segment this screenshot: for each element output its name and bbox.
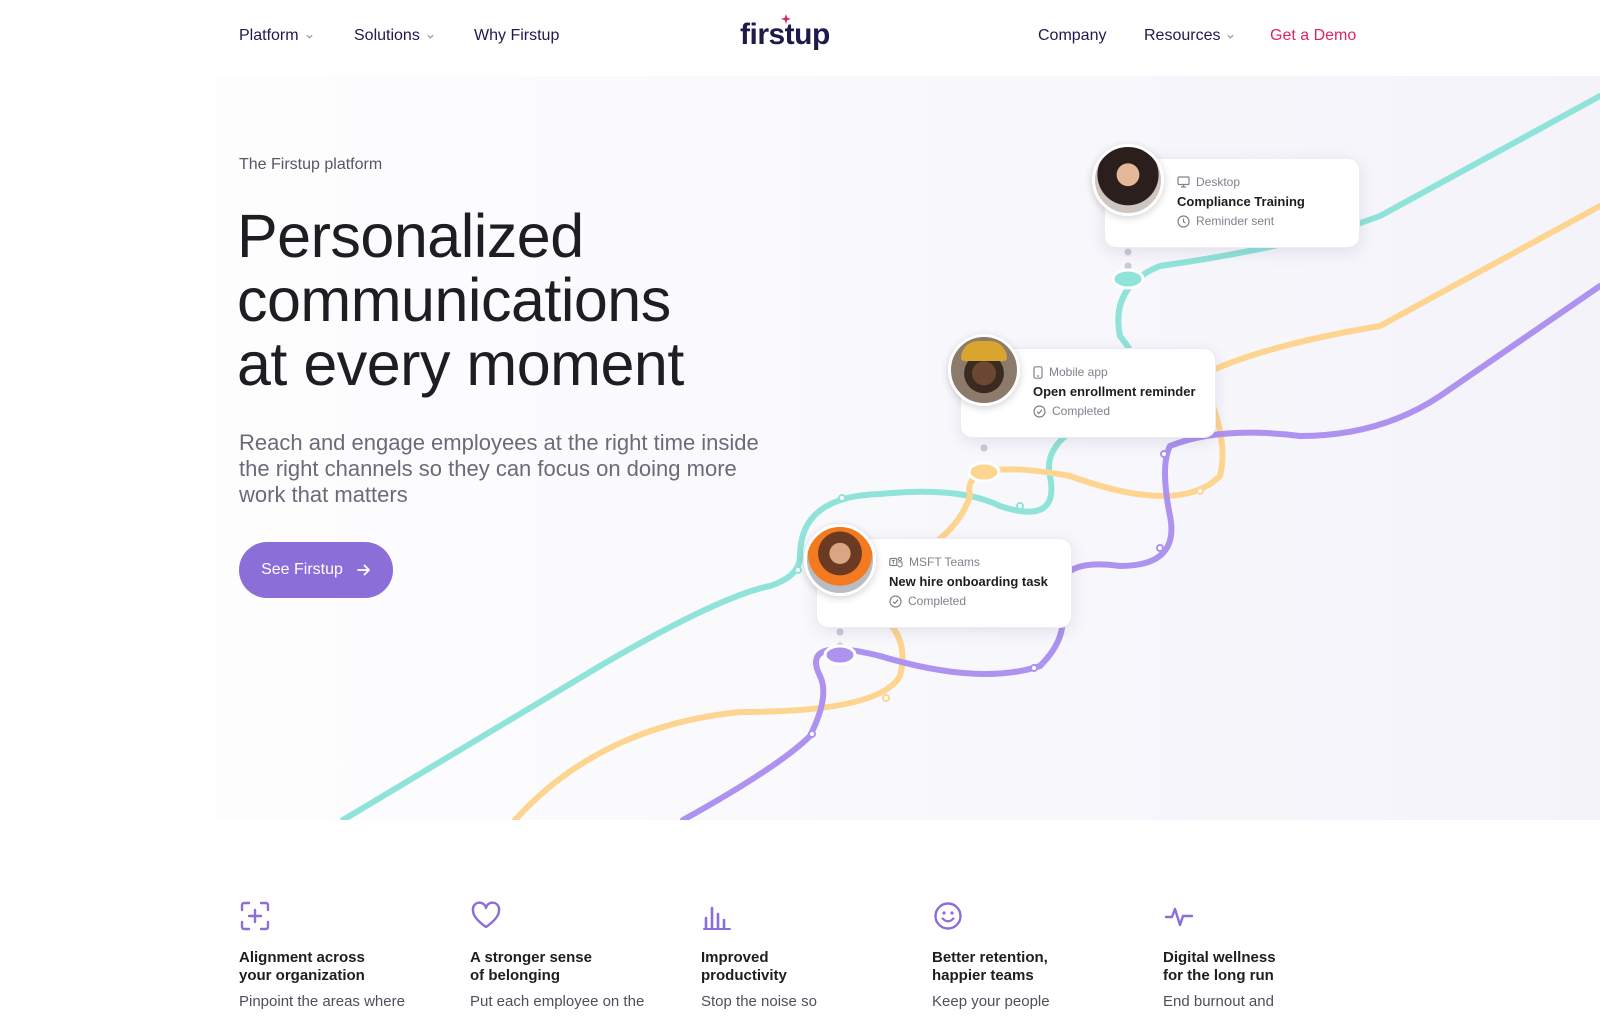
- feature-belonging: A stronger sense of belonging Put each e…: [470, 900, 670, 1011]
- hero-section: The Firstup platform Personalized commun…: [0, 76, 1600, 820]
- feature-title-line: for the long run: [1163, 967, 1274, 984]
- feature-wellness: Digital wellness for the long run End bu…: [1163, 900, 1363, 1011]
- feature-description: End burnout and: [1163, 993, 1274, 1010]
- card-status-label: Completed: [1052, 404, 1111, 418]
- feature-alignment: Alignment across your organization Pinpo…: [239, 900, 439, 1011]
- feature-title-line: of belonging: [470, 967, 560, 984]
- card-title: Compliance Training: [1177, 194, 1305, 209]
- nav-platform-label: Platform: [239, 27, 299, 44]
- monitor-icon: [1177, 176, 1190, 188]
- check-circle-icon: [889, 594, 902, 608]
- feature-description: Put each employee on the: [470, 993, 645, 1010]
- teal-milestone-node: [1111, 268, 1145, 290]
- nav-why-firstup[interactable]: Why Firstup: [474, 27, 559, 45]
- card-channel-label: Mobile app: [1049, 365, 1108, 379]
- arrow-right-icon: [357, 564, 370, 576]
- teams-icon: [889, 556, 903, 568]
- feature-productivity: Improved productivity Stop the noise so: [701, 900, 901, 1011]
- yellow-milestone-node: [967, 461, 1001, 483]
- feature-title-line: happier teams: [932, 967, 1034, 984]
- feature-title-line: Improved: [701, 949, 769, 966]
- feature-description: Stop the noise so: [701, 993, 817, 1010]
- headline-line-3: at every moment: [237, 330, 684, 398]
- phone-icon: [1033, 365, 1043, 379]
- hero-subtitle: Reach and engage employees at the right …: [239, 430, 759, 507]
- nav-company-label: Company: [1038, 27, 1107, 44]
- smiley-icon: [934, 902, 962, 930]
- headline-line-2: communications: [237, 266, 671, 334]
- feature-title-line: productivity: [701, 967, 787, 984]
- chevron-down-icon: [427, 34, 434, 39]
- feature-title-line: Digital wellness: [1163, 949, 1276, 966]
- get-demo-label: Get a Demo: [1270, 27, 1357, 44]
- get-demo-link[interactable]: Get a Demo: [1270, 27, 1356, 45]
- feature-retention: Better retention, happier teams Keep you…: [932, 900, 1132, 1011]
- nav-why-firstup-label: Why Firstup: [474, 27, 560, 44]
- heart-icon: [471, 901, 501, 929]
- nav-resources[interactable]: Resources: [1144, 27, 1235, 45]
- see-firstup-label: See Firstup: [261, 561, 343, 578]
- hero-eyebrow: The Firstup platform: [239, 156, 383, 173]
- purple-milestone-node: [823, 644, 857, 666]
- feature-title-line: Better retention,: [932, 949, 1048, 966]
- feature-description: Pinpoint the areas where: [239, 993, 405, 1010]
- card-channel-label: MSFT Teams: [909, 555, 980, 569]
- card-status-label: Completed: [908, 594, 967, 608]
- feature-title-line: A stronger sense: [470, 949, 592, 966]
- card-title: New hire onboarding task: [889, 574, 1048, 589]
- headline-line-1: Personalized: [237, 202, 584, 270]
- avatar: [1092, 144, 1164, 216]
- nav-resources-label: Resources: [1144, 27, 1221, 44]
- feature-title-line: Alignment across: [239, 949, 365, 966]
- feature-description: Keep your people: [932, 993, 1050, 1010]
- nav-solutions-label: Solutions: [354, 27, 420, 44]
- logo-sparkle-icon: [781, 14, 791, 24]
- check-circle-icon: [1033, 404, 1046, 418]
- card-channel-label: Desktop: [1196, 175, 1241, 189]
- chevron-down-icon: [1227, 34, 1235, 39]
- focus-plus-icon: [240, 901, 270, 931]
- chevron-down-icon: [305, 34, 313, 39]
- clock-icon: [1177, 214, 1190, 228]
- nav-company[interactable]: Company: [1038, 27, 1106, 45]
- avatar: [948, 334, 1020, 406]
- see-firstup-button[interactable]: See Firstup: [239, 542, 393, 598]
- nav-platform[interactable]: Platform: [239, 27, 314, 45]
- card-status-label: Reminder sent: [1196, 214, 1275, 228]
- card-title: Open enrollment reminder: [1033, 384, 1196, 399]
- feature-title-line: your organization: [239, 967, 365, 984]
- bar-chart-icon: [703, 906, 731, 930]
- pulse-icon: [1164, 907, 1194, 927]
- hero-headline: Personalized communications at every mom…: [237, 204, 797, 396]
- nav-solutions[interactable]: Solutions: [354, 27, 435, 45]
- top-nav: Platform Solutions Why Firstup firstup C…: [0, 0, 1600, 78]
- avatar: [804, 524, 876, 596]
